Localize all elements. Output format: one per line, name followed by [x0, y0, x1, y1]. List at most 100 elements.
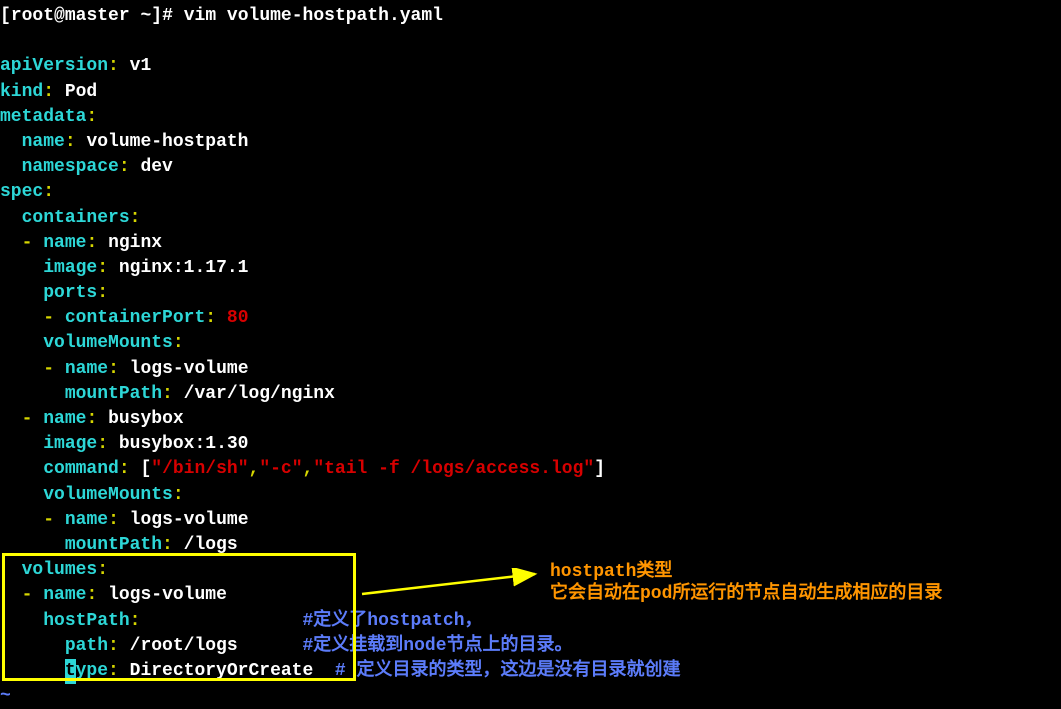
c1-vm-name-line: - name: logs-volume	[0, 357, 1061, 382]
colon: :	[173, 483, 184, 508]
c1-name-val: nginx	[97, 231, 162, 256]
c1-vm-key: volumeMounts	[43, 331, 173, 356]
c2-vm-name-key: name	[65, 508, 108, 533]
comment-2: #定义挂载到node节点上的目录。	[302, 634, 572, 659]
colon: :	[108, 634, 119, 659]
colon: :	[108, 508, 119, 533]
kind-val: Pod	[54, 80, 97, 105]
prompt-at: @	[54, 4, 65, 29]
apiversion-key: apiVersion	[0, 54, 108, 79]
volumes-line: volumes:	[0, 558, 1061, 583]
dash: -	[22, 407, 33, 432]
c1-ports-line: ports:	[0, 281, 1061, 306]
spec-line: spec:	[0, 180, 1061, 205]
c1-vm-mp-val: /var/log/nginx	[173, 382, 335, 407]
c2-cmd-v2: "-c"	[259, 457, 302, 482]
c1-cport-line: - containerPort: 80	[0, 306, 1061, 331]
c2-vm-mp-line: mountPath: /logs	[0, 533, 1061, 558]
name-key: name	[22, 130, 65, 155]
colon: :	[119, 155, 130, 180]
c1-vm-mp-key: mountPath	[65, 382, 162, 407]
prompt-user: root	[11, 4, 54, 29]
v-path-key: path	[65, 634, 108, 659]
namespace-val: dev	[130, 155, 173, 180]
dash: -	[22, 583, 33, 608]
colon: :	[65, 130, 76, 155]
name-val: volume-hostpath	[76, 130, 249, 155]
c2-vm-line: volumeMounts:	[0, 483, 1061, 508]
c1-name-key: name	[43, 231, 86, 256]
c1-image-key: image	[43, 256, 97, 281]
colon: :	[86, 583, 97, 608]
colon: :	[119, 457, 130, 482]
v-path-val: /root/logs	[119, 634, 238, 659]
dash: -	[43, 357, 54, 382]
c2-cmd-key: command	[43, 457, 119, 482]
c2-image-line: image: busybox:1.30	[0, 432, 1061, 457]
tilde-line: ~	[0, 684, 1061, 709]
volumes-key: volumes	[22, 558, 98, 583]
colon: :	[86, 105, 97, 130]
containers-line: containers:	[0, 206, 1061, 231]
v-hp-key: hostPath	[43, 609, 129, 634]
cursor-char[interactable]: t	[65, 659, 76, 684]
colon: :	[97, 432, 108, 457]
metadata-namespace-line: namespace: dev	[0, 155, 1061, 180]
colon: :	[173, 331, 184, 356]
colon: :	[162, 382, 173, 407]
bracket-close: ]	[594, 457, 605, 482]
c2-image-key: image	[43, 432, 97, 457]
v-name-line: - name: logs-volume	[0, 583, 1061, 608]
prompt-path: ~	[140, 4, 151, 29]
c2-vm-mp-key: mountPath	[65, 533, 162, 558]
apiversion-line: apiVersion: v1	[0, 54, 1061, 79]
prompt-host: master	[65, 4, 130, 29]
metadata-name-line: name: volume-hostpath	[0, 130, 1061, 155]
c2-cmd-v1: "/bin/sh"	[151, 457, 248, 482]
v-type-key-rest: ype	[76, 659, 108, 684]
blank-line	[0, 29, 1061, 54]
containers-key: containers	[22, 206, 130, 231]
c2-image-val: busybox:1.30	[108, 432, 248, 457]
vim-tilde: ~	[0, 684, 11, 709]
prompt-open: [	[0, 4, 11, 29]
command-text[interactable]: vim volume-hostpath.yaml	[184, 4, 443, 29]
colon: :	[97, 558, 108, 583]
metadata-line: metadata:	[0, 105, 1061, 130]
v-name-key: name	[43, 583, 86, 608]
c1-vm-line: volumeMounts:	[0, 331, 1061, 356]
colon: :	[205, 306, 216, 331]
c1-name-line: - name: nginx	[0, 231, 1061, 256]
colon: :	[43, 80, 54, 105]
comma: ,	[303, 457, 314, 482]
c2-vm-name-val: logs-volume	[119, 508, 249, 533]
c2-vm-name-line: - name: logs-volume	[0, 508, 1061, 533]
prompt-symbol: #	[162, 4, 173, 29]
c2-name-key: name	[43, 407, 86, 432]
comment-1: #定义了hostpatch，	[302, 609, 482, 634]
colon: :	[43, 180, 54, 205]
colon: :	[97, 281, 108, 306]
v-type-val: DirectoryOrCreate	[119, 659, 313, 684]
c2-name-line: - name: busybox	[0, 407, 1061, 432]
colon: :	[108, 54, 119, 79]
comment-3: # 定义目录的类型，这边是没有目录就创建	[335, 659, 681, 684]
bracket-open: [	[140, 457, 151, 482]
kind-key: kind	[0, 80, 43, 105]
colon: :	[97, 256, 108, 281]
colon: :	[108, 357, 119, 382]
c1-vm-mp-line: mountPath: /var/log/nginx	[0, 382, 1061, 407]
c2-vm-key: volumeMounts	[43, 483, 173, 508]
c2-vm-mp-val: /logs	[173, 533, 238, 558]
colon: :	[162, 533, 173, 558]
c1-image-val: nginx:1.17.1	[108, 256, 248, 281]
v-name-val: logs-volume	[97, 583, 227, 608]
metadata-key: metadata	[0, 105, 86, 130]
colon: :	[86, 231, 97, 256]
c1-image-line: image: nginx:1.17.1	[0, 256, 1061, 281]
apiversion-val: v1	[119, 54, 151, 79]
comma: ,	[249, 457, 260, 482]
terminal-viewport: [root@master ~]# vim volume-hostpath.yam…	[0, 4, 1061, 709]
colon: :	[86, 407, 97, 432]
kind-line: kind: Pod	[0, 80, 1061, 105]
